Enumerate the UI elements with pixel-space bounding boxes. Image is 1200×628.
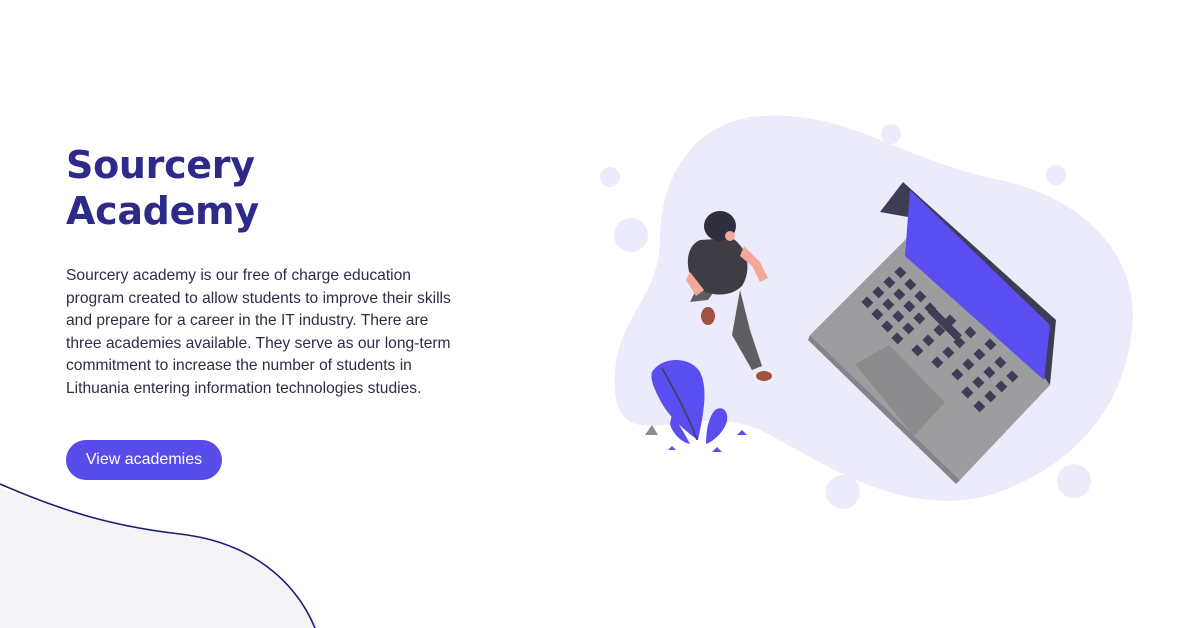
page-title-line2: Academy (66, 189, 259, 233)
floating-circle (600, 167, 620, 187)
page-title: Sourcery Academy (66, 142, 259, 234)
floating-circle (826, 475, 860, 509)
page-title-line1: Sourcery (66, 143, 255, 187)
floating-circle (881, 124, 901, 144)
view-academies-button[interactable]: View academies (66, 440, 222, 480)
hero-illustration (600, 115, 1133, 509)
floating-circle (1046, 165, 1066, 185)
floating-circle (614, 218, 648, 252)
decorative-wave (0, 483, 318, 628)
floating-circle (1057, 464, 1091, 498)
hero-description: Sourcery academy is our free of charge e… (66, 267, 451, 397)
